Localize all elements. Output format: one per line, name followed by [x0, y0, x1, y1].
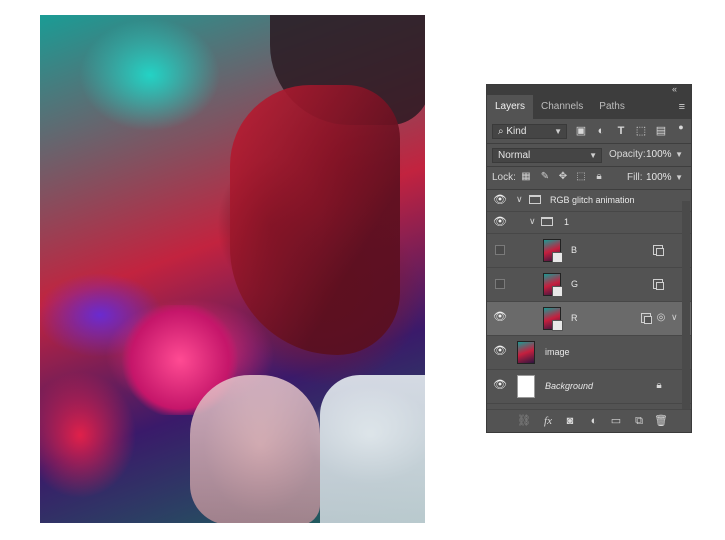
layer-thumbnail — [543, 239, 563, 263]
layer-name: RGB glitch animation — [550, 195, 635, 205]
kind-label: Kind — [506, 126, 527, 137]
shape-filter-icon[interactable]: ⬚ — [635, 125, 647, 137]
layer-rgb-glitch-animation[interactable]: 👁︎ ∨ RGB glitch animation — [487, 190, 691, 212]
eye-icon[interactable]: 👁︎ — [493, 380, 507, 391]
opacity-label: Opacity: — [609, 149, 646, 160]
chevron-down-icon: ▼ — [589, 151, 597, 160]
eye-icon[interactable]: 👁︎ — [493, 346, 507, 357]
lock-label: Lock: — [492, 172, 516, 183]
layers-list: 👁︎ ∨ RGB glitch animation 👁︎ ∨ 1 B G 👁︎ … — [487, 190, 691, 404]
folder-icon[interactable]: ▭ — [609, 414, 623, 428]
collapse-icon[interactable]: « — [672, 84, 677, 94]
kind-filter-select[interactable]: ⌕ Kind ▼ — [492, 124, 567, 139]
chevron-down-icon: ▼ — [675, 173, 683, 182]
layers-bottom-toolbar: ⛓ fx ◙ ◐ ▭ ⧉ 🗑︎ — [487, 409, 691, 432]
layer-thumbnail — [517, 375, 535, 398]
layer-thumbnail — [543, 273, 563, 297]
adjustment-filter-icon[interactable]: ◐ — [595, 125, 607, 137]
lock-transparent-icon[interactable]: ▦ — [520, 171, 532, 183]
filter-toggle-icon[interactable]: ● — [675, 121, 687, 133]
blend-mode-select[interactable]: Normal ▼ — [492, 148, 602, 163]
link-icon[interactable]: ⛓ — [517, 414, 531, 428]
fill-value: 100% — [646, 172, 672, 183]
chevron-down-icon[interactable]: ∨ — [529, 216, 536, 226]
document-image — [40, 15, 425, 523]
visibility-toggle[interactable] — [495, 279, 505, 289]
layers-panel: « Layers Channels Paths ≡ ⌕ Kind ▼ ▣ ◐ T… — [486, 84, 692, 433]
photo-hand — [190, 375, 320, 523]
layer-background[interactable]: 👁︎ Background 🔒︎ — [487, 370, 691, 404]
smart-object-badge-icon — [552, 252, 563, 263]
chevron-down-icon: ▼ — [675, 150, 683, 159]
new-layer-icon[interactable]: ⧉ — [632, 414, 646, 428]
layer-g[interactable]: G — [487, 268, 691, 302]
lock-icon: 🔒︎ — [656, 380, 662, 391]
adjustment-icon[interactable]: ◐ — [587, 414, 601, 428]
lock-all-icon[interactable]: 🔒︎ — [593, 171, 605, 183]
lock-artboard-icon[interactable]: ⬚ — [575, 171, 587, 183]
tab-layers[interactable]: Layers — [487, 95, 534, 119]
smart-object-icon — [653, 245, 664, 256]
lock-image-icon[interactable]: ✎ — [539, 171, 551, 183]
visibility-toggle[interactable] — [495, 245, 505, 255]
photo-shirt — [320, 375, 425, 523]
eye-icon[interactable]: 👁︎ — [493, 312, 507, 323]
layer-name: R — [571, 313, 578, 323]
panel-title-bar[interactable]: « — [487, 84, 691, 95]
opacity-value: 100% — [646, 149, 672, 160]
layer-name: B — [571, 245, 578, 255]
layer-thumbnail — [517, 341, 535, 364]
type-filter-icon[interactable]: T — [615, 125, 627, 137]
mask-icon[interactable]: ◙ — [563, 414, 577, 428]
eye-icon[interactable]: 👁︎ — [493, 195, 507, 206]
fill-label: Fill: — [627, 172, 643, 183]
opacity-field[interactable]: 100% ▼ — [643, 148, 687, 163]
smart-object-badge-icon — [552, 320, 563, 331]
photo-face — [230, 85, 400, 355]
chevron-down-icon[interactable]: ∨ — [671, 312, 678, 322]
filter-row: ⌕ Kind ▼ ▣ ◐ T ⬚ ▤ ● — [487, 119, 691, 143]
smart-object-filter-icon[interactable]: ▤ — [655, 125, 667, 137]
smart-object-badge-icon — [552, 286, 563, 297]
smart-object-icon — [653, 279, 664, 290]
layer-name: Background — [545, 381, 594, 391]
image-filter-icon[interactable]: ▣ — [575, 125, 587, 137]
layer-name: image — [545, 347, 570, 357]
lock-position-icon[interactable]: ✥ — [557, 171, 569, 183]
blend-mode-value: Normal — [498, 150, 531, 161]
layer-name: 1 — [564, 217, 570, 227]
layer-name: G — [571, 279, 579, 289]
blend-row: Normal ▼ Opacity: 100% ▼ — [487, 144, 691, 166]
fill-field[interactable]: 100% ▼ — [643, 171, 687, 186]
lock-row: Lock: ▦ ✎ ✥ ⬚ 🔒︎ Fill: 100% ▼ — [487, 167, 691, 189]
layer-b[interactable]: B — [487, 234, 691, 268]
folder-icon — [529, 195, 541, 204]
smart-object-icon — [641, 313, 652, 324]
layer-image[interactable]: 👁︎ image — [487, 336, 691, 370]
fx-icon[interactable]: fx — [541, 414, 555, 428]
layer-group-1[interactable]: 👁︎ ∨ 1 — [487, 212, 691, 234]
chevron-down-icon[interactable]: ∨ — [516, 194, 523, 204]
tab-paths[interactable]: Paths — [591, 95, 633, 119]
layer-thumbnail — [543, 307, 563, 331]
panel-menu-icon[interactable]: ≡ — [679, 101, 685, 113]
layers-scrollbar[interactable] — [682, 201, 690, 411]
smart-filter-icon[interactable]: ◎ — [655, 312, 667, 324]
tab-channels[interactable]: Channels — [533, 95, 591, 119]
folder-icon — [541, 217, 553, 226]
layer-r[interactable]: 👁︎ R ◎ ∨ — [487, 302, 691, 336]
panel-tabs: Layers Channels Paths ≡ — [487, 95, 691, 119]
eye-icon[interactable]: 👁︎ — [493, 217, 507, 228]
trash-icon[interactable]: 🗑︎ — [654, 414, 668, 428]
chevron-down-icon: ▼ — [554, 127, 562, 136]
